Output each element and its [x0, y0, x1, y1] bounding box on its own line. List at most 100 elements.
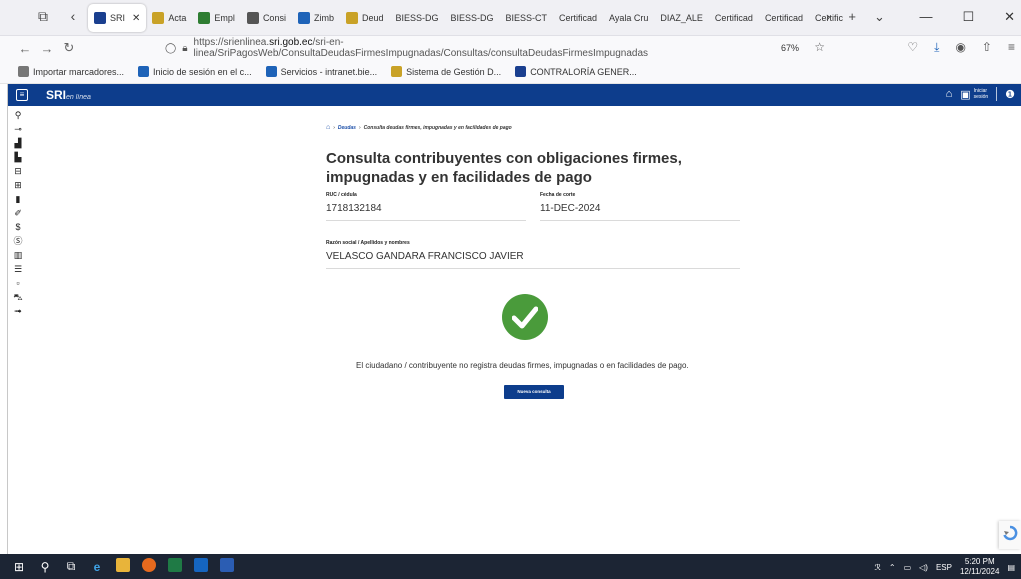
people-icon[interactable]: ℛ [874, 563, 880, 572]
tab-label: SRI [110, 13, 126, 23]
browser-tab[interactable]: Certificad [553, 4, 603, 32]
tab-label: Acta [168, 13, 187, 23]
bookmark-favicon-icon [265, 66, 277, 77]
download-icon[interactable]: ⤓ [934, 40, 939, 55]
breadcrumb-home-icon[interactable]: ⌂ [326, 124, 330, 131]
info-icon[interactable]: ❶ [1005, 88, 1015, 101]
windows-start-icon[interactable]: ⊞ [6, 560, 32, 574]
page-title: Consulta contribuyentes con obligaciones… [326, 150, 682, 186]
recaptcha-badge[interactable] [999, 521, 1021, 549]
header-actions: ⌂ ▣ Iniciar sesión ❶ [946, 87, 1015, 101]
tab-favicon-icon [345, 12, 358, 24]
car-icon[interactable]: ⛍ [13, 292, 22, 302]
firefox-icon[interactable] [136, 558, 162, 575]
browser-tab[interactable]: Certificad [709, 4, 759, 32]
clock[interactable]: 5:20 PM 12/11/2024 [960, 557, 999, 577]
document-icon[interactable]: ⊞ [14, 180, 22, 190]
address-bar[interactable]: ◯ 🔒︎ https://srienlinea.sri.gob.ec/sri-e… [165, 37, 825, 59]
new-query-button[interactable]: Nueva consulta [504, 385, 564, 399]
menu-icon[interactable]: ≡ [1008, 40, 1015, 55]
zoom-level[interactable]: 67% [781, 43, 799, 53]
bookmark-item[interactable]: Importar marcadores... [18, 66, 124, 77]
bookmark-item[interactable]: CONTRALORÍA GENER... [515, 66, 637, 77]
bookmark-item[interactable]: Sistema de Gestión D... [391, 66, 501, 77]
browser-tab[interactable]: Zimb [292, 4, 340, 32]
bookmark-favicon-icon [138, 66, 150, 77]
browser-tab[interactable]: BIESS-DG [444, 4, 499, 32]
tray-expand-icon[interactable]: ⌃ [889, 563, 896, 572]
pocket-icon[interactable]: ♡ [907, 40, 918, 55]
bookmarks-bar: Importar marcadores... Inicio de sesión e… [0, 60, 1021, 84]
browser-tab[interactable]: BIESS-DG [389, 4, 444, 32]
login-button[interactable]: ▣ Iniciar sesión [960, 88, 988, 101]
search-icon[interactable]: ⚲ [15, 110, 22, 120]
sri-logo[interactable]: SRIen línea [46, 88, 91, 102]
hand-icon[interactable]: ✐ [14, 208, 22, 218]
tab-close-icon[interactable]: ✕ [132, 13, 140, 24]
browser-tab[interactable]: SRI ✕ [88, 4, 147, 32]
back-tabs-icon[interactable]: ‹ [62, 8, 84, 24]
receipt-icon[interactable]: ☰ [14, 264, 22, 274]
menu-toggle-icon[interactable]: ≡ [16, 89, 28, 101]
browser-tab[interactable]: Consi [241, 4, 292, 32]
file-explorer-icon[interactable] [110, 558, 136, 575]
forward-icon[interactable]: → [36, 41, 58, 56]
edge-icon[interactable]: e [84, 560, 110, 574]
maximize-icon[interactable]: ☐ [962, 9, 974, 25]
browser-tab[interactable]: Ayala Cru [603, 4, 654, 32]
clock-date: 12/11/2024 [959, 567, 1000, 576]
tab-list-icon[interactable]: ⌄ [874, 9, 885, 25]
extensions-icon[interactable]: ⇧ [982, 40, 992, 55]
browser-tab-bar: ⧉ ‹ SRI ✕ Acta Empl Consi Zimb Deud BIESS-DG BIE… [0, 0, 1021, 36]
breadcrumb-link[interactable]: Deudas [338, 125, 356, 131]
factory-icon[interactable]: ▙ [15, 152, 22, 162]
key-icon[interactable]: ⊸ [14, 124, 22, 134]
tab-scroll-right-icon[interactable]: › [826, 9, 830, 25]
excel-icon[interactable] [162, 558, 188, 575]
fecha-value: 11-DEC-2024 [540, 203, 601, 214]
bookmark-item[interactable]: Servicios - intranet.bie... [265, 66, 377, 77]
coin-icon[interactable]: Ⓢ [13, 236, 22, 246]
volume-icon[interactable]: ◁) [919, 563, 928, 572]
outlook-icon[interactable] [188, 558, 214, 575]
language-indicator[interactable]: ESP [936, 563, 952, 572]
tab-label: Zimb [313, 13, 334, 23]
barcode-icon[interactable]: ▥ [14, 250, 23, 260]
task-view-icon[interactable]: ⧉ [58, 559, 84, 574]
folder-icon[interactable]: ⊟ [14, 166, 22, 176]
exit-icon[interactable]: ➟ [14, 306, 22, 316]
dollar-icon[interactable]: $ [15, 222, 20, 232]
tab-overview-icon[interactable]: ⧉ [32, 8, 54, 25]
window-controls: — ☐ ✕ [919, 9, 1015, 25]
close-window-icon[interactable]: ✕ [1004, 9, 1015, 25]
tab-label: Ayala Cru [609, 13, 649, 23]
account-icon[interactable]: ◉ [955, 40, 965, 55]
result-message: El ciudadano / contribuyente no registra… [356, 361, 689, 370]
search-icon[interactable]: ⚲ [32, 560, 58, 574]
browser-tab[interactable]: BIESS-CT [500, 4, 554, 32]
browser-tab[interactable]: DIAZ_ALE [654, 4, 709, 32]
fecha-field: Fecha de corte 11-DEC-2024 [540, 192, 740, 221]
toolbar-icons: ♡ ⤓ ◉ ⇧ ≡ [907, 40, 1015, 55]
browser-tab[interactable]: Deud [340, 4, 390, 32]
file-icon[interactable]: ▮ [16, 194, 21, 204]
bookmark-item[interactable]: Inicio de sesión en el c... [138, 66, 252, 77]
tab-favicon-icon [198, 12, 211, 24]
minimize-icon[interactable]: — [919, 9, 932, 25]
reload-icon[interactable]: ↻ [58, 40, 80, 56]
word-icon[interactable] [214, 558, 240, 575]
tab-label: Certificad [559, 13, 598, 23]
system-tray: ℛ ⌃ ▭ ◁) ESP 5:20 PM 12/11/2024 ▤ [874, 557, 1015, 577]
ruc-value: 1718132184 [326, 203, 382, 214]
home-icon[interactable]: ⌂ [946, 88, 953, 100]
browser-tab[interactable]: Acta [146, 4, 192, 32]
bookmark-star-icon[interactable]: ☆ [814, 40, 825, 54]
back-icon[interactable]: ← [14, 41, 36, 56]
network-icon[interactable]: ▭ [904, 563, 912, 572]
notifications-icon[interactable]: ▤ [1007, 563, 1015, 572]
building-icon[interactable]: ▟ [15, 138, 22, 148]
browser-tab[interactable]: Certificad [759, 4, 809, 32]
page-icon[interactable]: ▫ [16, 278, 19, 288]
new-tab-icon[interactable]: + [848, 9, 856, 25]
browser-tab[interactable]: Empl [192, 4, 241, 32]
